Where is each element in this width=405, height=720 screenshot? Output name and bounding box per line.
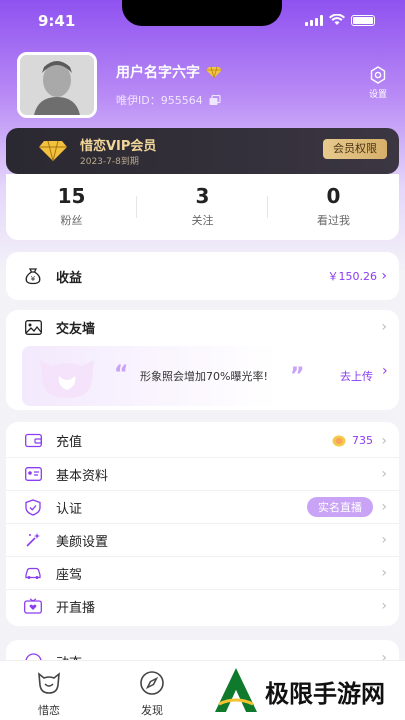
- avatar[interactable]: [17, 52, 97, 118]
- stats-card: 15 粉丝 3 关注 0 看过我: [6, 174, 399, 240]
- menu-item-beauty[interactable]: 美颜设置 ›: [6, 523, 399, 556]
- tab-discover-label: 发现: [141, 704, 163, 717]
- user-id-row: 唯伊ID： 955564: [116, 92, 221, 108]
- chevron-right-icon: ›: [381, 532, 387, 548]
- status-bar: 9:41: [0, 0, 405, 44]
- menu-item-recharge[interactable]: 充值 735 ›: [6, 424, 399, 457]
- tab-discover[interactable]: 发现: [122, 669, 182, 718]
- stat-visitors-label: 看过我: [317, 214, 350, 227]
- cat-head-icon: [40, 360, 94, 398]
- chevron-right-icon: ›: [382, 363, 388, 379]
- username-text: 用户名字六字: [116, 65, 200, 81]
- photo-upload-banner[interactable]: “ 形象照会增加70%曝光率! ” 去上传 ›: [22, 346, 388, 406]
- chevron-right-icon: ›: [381, 499, 387, 515]
- menu-item-profile[interactable]: 基本资料 ›: [6, 457, 399, 490]
- stat-fans-value: 15: [57, 184, 86, 208]
- tv-heart-icon: [24, 597, 42, 615]
- settings-button[interactable]: 设置: [369, 66, 387, 100]
- money-bag-icon: ¥: [24, 267, 42, 285]
- quote-open-icon: “: [114, 362, 129, 387]
- menu-item-profile-label: 基本资料: [56, 468, 109, 484]
- stat-following-label: 关注: [191, 214, 214, 227]
- earnings-amount: ￥150.26: [327, 270, 378, 283]
- gear-icon: [370, 66, 386, 84]
- verify-status-badge: 实名直播: [307, 497, 373, 517]
- upload-link[interactable]: 去上传: [340, 368, 373, 384]
- status-icons: [305, 14, 375, 26]
- menu-item-car-label: 座驾: [56, 567, 83, 583]
- vip-banner[interactable]: 惜恋VIP会员 2023-7-8到期 会员权限: [6, 128, 399, 174]
- status-time: 9:41: [38, 12, 76, 30]
- menu-item-live[interactable]: 开直播 ›: [6, 589, 399, 622]
- menu-item-beauty-label: 美颜设置: [56, 534, 109, 550]
- menu-item-verify[interactable]: 认证 实名直播 ›: [6, 490, 399, 523]
- chevron-right-icon: ›: [381, 466, 387, 482]
- tab-home-label: 惜恋: [38, 704, 60, 717]
- coin-balance-value: 735: [352, 434, 373, 447]
- device-notch: [122, 0, 282, 26]
- menu-item-live-label: 开直播: [56, 600, 96, 616]
- menu-item-verify-label: 认证: [56, 501, 83, 517]
- tab-home[interactable]: 惜恋: [19, 669, 79, 718]
- vip-title: 惜恋VIP会员: [80, 139, 157, 154]
- earnings-card[interactable]: ¥ 收益 ￥150.26 ›: [6, 252, 399, 300]
- compass-icon: [140, 671, 164, 695]
- watermark-logo-icon: [215, 668, 257, 712]
- coin-icon: [332, 435, 346, 446]
- photo-wall-label: 交友墙: [56, 321, 96, 337]
- stat-fans-label: 粉丝: [60, 214, 83, 227]
- battery-icon: [351, 14, 375, 26]
- diamond-badge-icon: [206, 66, 222, 78]
- wallet-icon: [24, 432, 42, 450]
- stat-following-value: 3: [195, 184, 210, 208]
- vip-privileges-button[interactable]: 会员权限: [323, 139, 387, 159]
- menu-item-car[interactable]: 座驾 ›: [6, 556, 399, 589]
- shield-check-icon: [24, 498, 42, 516]
- chevron-right-icon: ›: [381, 598, 387, 614]
- watermark-text: 极限手游网: [265, 678, 385, 708]
- photo-wall-card: 交友墙 › “ 形象照会增加70%曝光率! ” 去上传 ›: [6, 310, 399, 410]
- cat-tab-icon: [38, 672, 60, 694]
- signal-icon: [305, 14, 323, 26]
- vip-diamond-icon: [39, 140, 67, 162]
- magic-wand-icon: [24, 531, 42, 549]
- car-icon: [24, 564, 42, 582]
- earnings-label: 收益: [56, 270, 83, 286]
- chevron-right-icon: ›: [381, 565, 387, 581]
- user-id-label: 唯伊ID：: [116, 94, 161, 107]
- id-card-icon: [24, 465, 42, 483]
- menu-item-recharge-label: 充值: [56, 435, 83, 450]
- photo-tip: 形象照会增加70%曝光率!: [140, 370, 268, 383]
- wifi-icon: [329, 14, 345, 25]
- earnings-row[interactable]: ¥ 收益 ￥150.26 ›: [6, 252, 399, 300]
- coin-balance: 735: [332, 434, 373, 447]
- settings-label: 设置: [368, 90, 387, 100]
- stat-visitors[interactable]: 0 看过我: [268, 174, 399, 240]
- vip-expiry: 2023-7-8到期: [80, 157, 139, 167]
- photo-wall-header[interactable]: 交友墙 ›: [6, 310, 399, 344]
- verify-status: 实名直播: [307, 497, 373, 517]
- svg-text:¥: ¥: [31, 275, 36, 283]
- chevron-right-icon: ›: [381, 268, 387, 284]
- stat-visitors-value: 0: [326, 184, 341, 208]
- stat-fans[interactable]: 15 粉丝: [6, 174, 137, 240]
- chevron-right-icon: ›: [381, 432, 387, 449]
- copy-icon[interactable]: [209, 94, 221, 106]
- quote-close-icon: ”: [290, 364, 305, 389]
- stat-following[interactable]: 3 关注: [137, 174, 268, 240]
- username: 用户名字六字: [116, 62, 222, 82]
- chevron-right-icon: ›: [381, 319, 387, 335]
- user-id-value: 955564: [160, 93, 203, 107]
- menu-card: 充值 735 › 基本资料 › 认证 实名直播 › 美颜设置 › 座驾 › 开直…: [6, 422, 399, 626]
- image-icon: [24, 318, 42, 336]
- watermark: 极限手游网: [213, 662, 405, 720]
